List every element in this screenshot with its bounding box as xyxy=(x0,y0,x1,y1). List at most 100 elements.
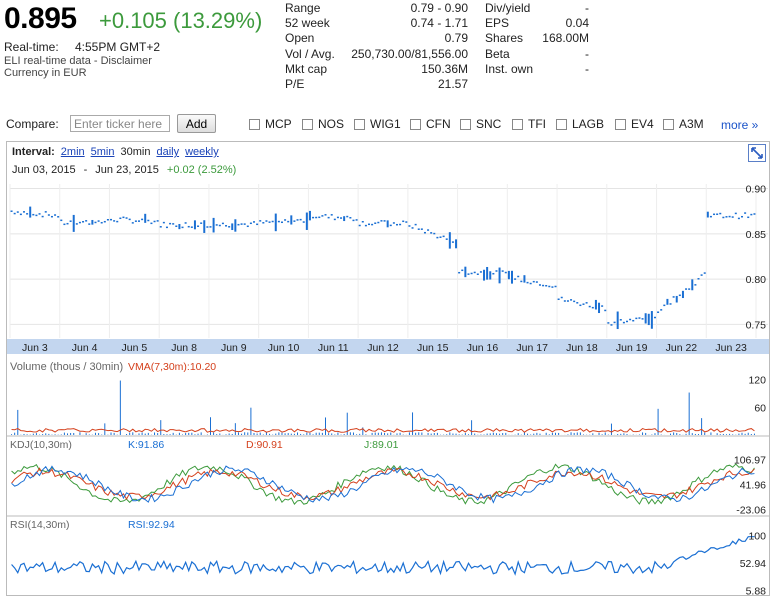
compare-item-ev4[interactable]: EV4 xyxy=(615,117,654,131)
price-bar xyxy=(122,216,125,219)
stat-label: Mkt cap xyxy=(285,61,328,76)
compare-item-cfn[interactable]: CFN xyxy=(410,117,451,131)
price-bar xyxy=(657,311,660,313)
price-bar xyxy=(716,213,719,215)
stat-row: Mkt cap 150.36M xyxy=(285,62,468,77)
price-bar xyxy=(489,271,492,280)
price-bar xyxy=(709,215,712,218)
rsi-tick-label: 5.88 xyxy=(746,586,767,596)
checkbox[interactable] xyxy=(354,118,365,130)
price-bar xyxy=(439,236,442,238)
price-bar xyxy=(203,220,206,233)
compare-item-mcp[interactable]: MCP xyxy=(249,117,292,131)
checkbox[interactable] xyxy=(556,118,567,130)
checkbox[interactable] xyxy=(663,118,674,130)
price-bar xyxy=(604,309,607,312)
date-tick-label: Jun 18 xyxy=(566,342,598,354)
checkbox[interactable] xyxy=(512,118,523,130)
stat-value: 150.36M xyxy=(421,61,468,76)
price-bar xyxy=(737,217,740,220)
price-tick-label: 0.75 xyxy=(746,319,767,331)
rsi-tick-label: 52.94 xyxy=(740,558,766,570)
price-bar xyxy=(296,219,299,221)
price-bar xyxy=(579,304,582,307)
stat-label: Vol / Avg. xyxy=(285,46,335,61)
price-bar xyxy=(302,221,305,223)
ticker-input[interactable] xyxy=(70,115,170,132)
price-bar xyxy=(545,284,548,287)
kdj-axis: 106.97 41.96 -23.06 xyxy=(734,454,766,516)
price-bar xyxy=(19,213,22,216)
price-bar xyxy=(622,321,625,324)
price-bar xyxy=(380,220,383,222)
compare-item-nos[interactable]: NOS xyxy=(302,117,344,131)
date-to[interactable]: Jun 23, 2015 xyxy=(95,164,159,176)
price-bar xyxy=(560,296,563,299)
price-bar xyxy=(32,213,35,216)
price-bar xyxy=(685,288,688,290)
price-bar xyxy=(386,220,389,228)
price-bar xyxy=(75,223,78,225)
fullscreen-button[interactable] xyxy=(748,144,766,162)
checkbox[interactable] xyxy=(302,118,313,130)
compare-ticker: TFI xyxy=(528,117,546,131)
date-from[interactable]: Jun 03, 2015 xyxy=(12,164,76,176)
price-bar xyxy=(523,275,526,283)
price-bar xyxy=(29,206,32,218)
add-button[interactable]: Add xyxy=(177,114,216,133)
price-bar xyxy=(82,221,85,223)
disclaimer-link[interactable]: ELI real-time data - Disclaimer xyxy=(4,55,152,67)
compare-item-wig1[interactable]: WIG1 xyxy=(354,117,401,131)
more-link[interactable]: more » xyxy=(721,118,758,132)
stock-chart[interactable]: 0.900.850.800.75 Jun 3 Jun 4 Jun 5 Jun 8 Jun… xyxy=(6,180,770,596)
compare-item-snc[interactable]: SNC xyxy=(460,117,501,131)
price-bar xyxy=(38,213,41,215)
d-label: D:90.91 xyxy=(246,439,283,451)
price-bar xyxy=(647,313,650,326)
price-bar xyxy=(361,221,364,223)
price-bar xyxy=(451,241,454,243)
price-bar xyxy=(22,211,25,213)
price-bar xyxy=(284,219,287,221)
date-separator: - xyxy=(83,164,88,176)
price-bar xyxy=(246,225,249,228)
checkbox[interactable] xyxy=(410,118,421,130)
price-bar xyxy=(731,216,734,218)
price-bar xyxy=(542,284,545,287)
interval-daily[interactable]: daily xyxy=(156,146,179,158)
price-bar xyxy=(551,286,554,288)
price-bar xyxy=(308,210,311,221)
checkbox[interactable] xyxy=(615,118,626,130)
price-bar xyxy=(510,270,513,284)
price-bar xyxy=(405,221,408,223)
checkbox[interactable] xyxy=(460,118,471,130)
price-value: 0.895 xyxy=(4,2,77,35)
interval-5min[interactable]: 5min xyxy=(91,146,115,158)
price-bar xyxy=(358,224,361,227)
price-bar xyxy=(725,216,728,218)
price-bar xyxy=(694,284,697,286)
price-bar xyxy=(520,280,523,283)
rsi-label: RSI(14,30m) xyxy=(10,519,70,531)
price-bar xyxy=(741,215,744,218)
kdj-label: KDJ(10,30m) xyxy=(10,439,72,451)
price-bar xyxy=(249,222,252,225)
compare-item-a3m[interactable]: A3M xyxy=(663,117,704,131)
price-bar xyxy=(336,216,339,219)
rsi-axis: 100 52.94 5.88 xyxy=(740,531,766,596)
checkbox[interactable] xyxy=(249,118,260,130)
price-bar xyxy=(678,294,681,297)
price-bar xyxy=(69,220,72,222)
compare-item-tfi[interactable]: TFI xyxy=(512,117,546,131)
vma-label: VMA(7,30m):10.20 xyxy=(128,361,216,373)
price-bar xyxy=(243,223,246,225)
compare-item-lagb[interactable]: LAGB xyxy=(556,117,604,131)
interval-weekly[interactable]: weekly xyxy=(185,146,219,158)
price-bar xyxy=(514,278,517,280)
price-bar xyxy=(268,221,271,223)
rsi-series xyxy=(11,536,755,576)
compare-ticker: A3M xyxy=(679,117,704,131)
price-bar xyxy=(442,235,445,238)
interval-2min[interactable]: 2min xyxy=(61,146,85,158)
price-bar xyxy=(427,229,430,231)
